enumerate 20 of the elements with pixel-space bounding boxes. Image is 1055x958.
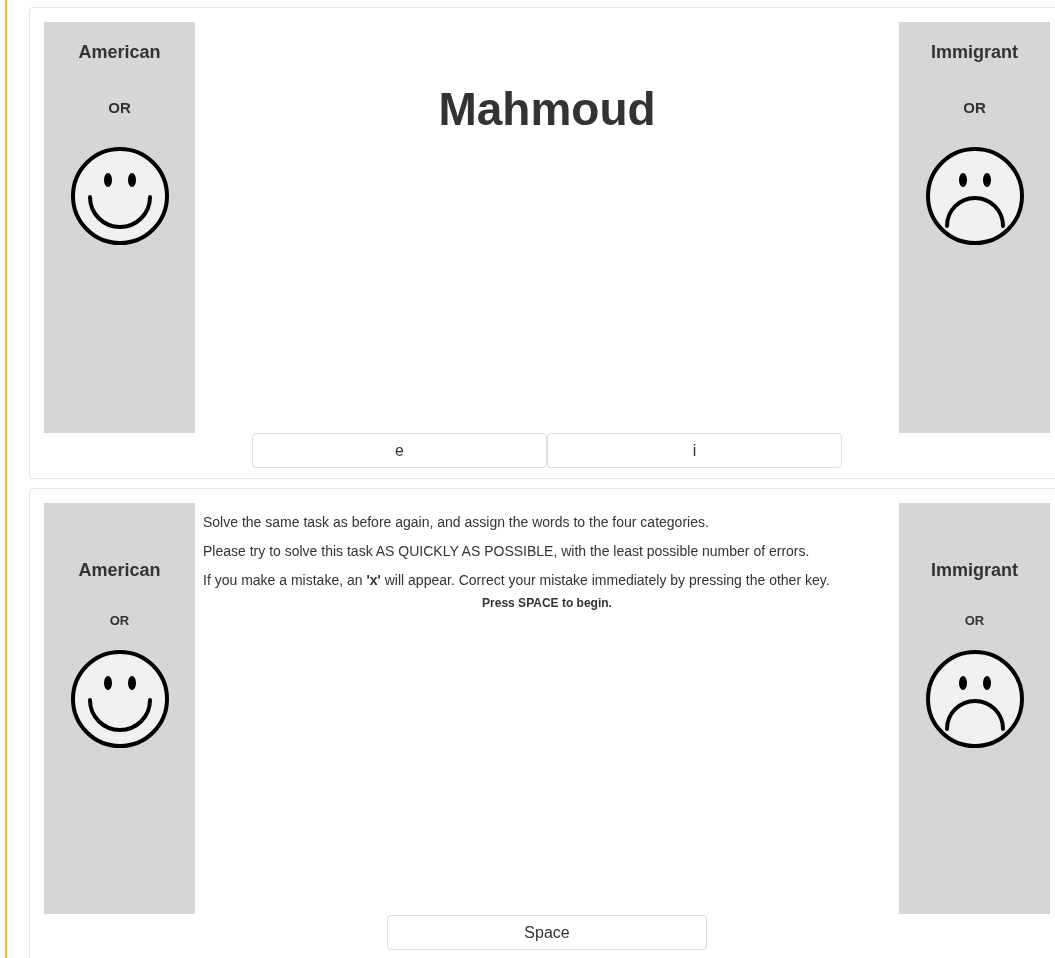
sad-face-icon (924, 649, 1025, 749)
key-button[interactable]: i (547, 433, 842, 468)
category-label: Immigrant (931, 42, 1018, 63)
or-label: OR (108, 99, 131, 116)
start-prompt: Press SPACE to begin. (481, 596, 613, 610)
instruction-text: Solve the same task as before again, and assign the words to the four categories. (203, 513, 710, 532)
or-label: OR (109, 613, 130, 628)
stimulus-word: Mahmoud (437, 82, 657, 136)
sad-face-icon (924, 146, 1025, 246)
category-label: American (78, 560, 161, 581)
key-button[interactable]: Space (387, 915, 707, 950)
smiley-face-icon (69, 649, 170, 749)
instruction-text: Please try to solve this task AS QUICKLY AS POSSIBLE, with the least possible number of errors. (203, 542, 811, 561)
or-label: OR (964, 613, 985, 628)
instruction-text: If you make a mistake, an 'x' will appear. Correct your mistake immediately by pressing the other key. (203, 571, 831, 590)
category-label: American (78, 42, 161, 63)
or-label: OR (963, 99, 986, 116)
category-label: Immigrant (931, 560, 1018, 581)
key-button[interactable]: e (252, 433, 547, 468)
smiley-face-icon (69, 146, 170, 246)
